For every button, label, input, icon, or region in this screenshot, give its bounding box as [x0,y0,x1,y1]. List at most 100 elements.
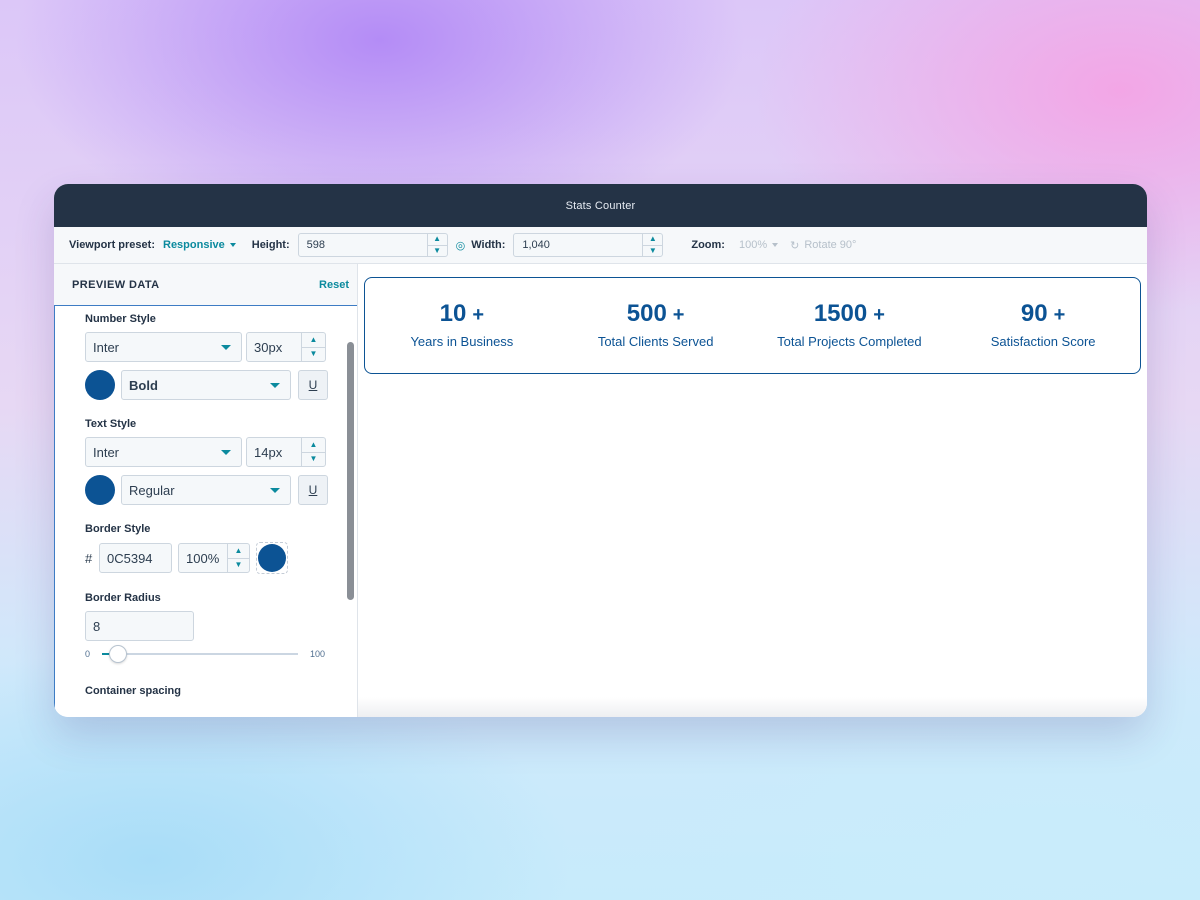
height-label: Height: [251,239,290,251]
preview-canvas: 10 + Years in Business 500 + Total Clients… [358,264,1147,717]
height-value[interactable]: 598 [299,234,427,256]
number-style-label: Number Style [85,313,156,325]
border-opacity-stepper: ▲ ▼ [227,544,249,572]
caret-down-icon [221,449,231,455]
sidebar: PREVIEW DATA Reset Number Style Inter 30… [54,264,358,717]
rotate-label: Rotate 90° [804,239,857,251]
border-radius-input[interactable]: 8 [85,611,194,641]
stat-item: 90 + Satisfaction Score [946,302,1140,350]
text-underline-button[interactable]: U [298,475,328,505]
number-weight-value: Bold [129,377,158,393]
link-dimensions-icon[interactable]: ◎ [456,239,466,252]
width-label: Width: [471,239,506,251]
hash-symbol: # [85,550,93,566]
text-weight-value: Regular [129,482,175,498]
number-underline-button[interactable]: U [298,370,328,400]
chevron-down-icon[interactable]: ▼ [228,557,249,573]
stat-plus: + [873,304,885,326]
text-size-input[interactable]: 14px ▲ ▼ [246,437,326,467]
reset-button[interactable]: Reset [319,279,349,291]
stat-text: Total Projects Completed [777,334,922,349]
number-color-swatch[interactable] [85,370,115,400]
slider-min-label: 0 [85,649,91,659]
chevron-down-icon[interactable]: ▼ [643,244,663,257]
number-size-value[interactable]: 30px [247,333,301,361]
preview-bottom-shade [358,697,1147,717]
text-size-stepper: ▲ ▼ [301,438,325,466]
zoom-dropdown[interactable]: 100% [738,239,779,251]
number-size-stepper: ▲ ▼ [301,333,325,361]
sidebar-scrollbar[interactable] [345,306,355,717]
stat-number: 500 + [627,302,685,326]
border-hex-input[interactable]: 0C5394 [99,543,172,573]
scrollbar-thumb[interactable] [347,342,354,600]
text-weight-select[interactable]: Regular [121,475,291,505]
chevron-down-icon[interactable]: ▼ [302,451,325,467]
stat-number-value: 90 [1020,300,1048,327]
stat-plus: + [472,304,485,326]
window-title: Stats Counter [565,199,636,212]
caret-down-icon [221,344,231,350]
caret-down-icon [229,243,236,247]
viewport-preset-value: Responsive [163,239,225,251]
zoom-label: Zoom: [691,239,725,251]
border-color-swatch [258,544,286,572]
viewport-preset-dropdown[interactable]: Responsive [163,239,236,251]
container-spacing-label: Container spacing [85,685,181,697]
slider-thumb[interactable] [108,645,127,663]
chevron-up-icon[interactable]: ▲ [643,234,662,245]
text-font-select[interactable]: Inter [85,437,242,467]
border-opacity-value[interactable]: 100% [179,544,227,572]
width-stepper: ▲ ▼ [642,234,663,257]
width-value[interactable]: 1,040 [514,234,642,256]
border-radius-value[interactable]: 8 [93,619,100,634]
height-input[interactable]: 598 ▲ ▼ [297,233,448,257]
chevron-up-icon[interactable]: ▲ [302,333,325,347]
number-weight-select[interactable]: Bold [121,370,291,400]
height-stepper: ▲ ▼ [426,234,447,257]
border-radius-label: Border Radius [85,592,161,604]
stat-text: Satisfaction Score [990,334,1096,349]
text-font-value: Inter [93,444,120,460]
chevron-up-icon[interactable]: ▲ [302,438,325,452]
number-font-select[interactable]: Inter [85,332,242,362]
window-titlebar: Stats Counter [54,184,1147,227]
stat-number-value: 1500 [813,300,868,327]
text-color-swatch[interactable] [85,475,115,505]
chevron-down-icon[interactable]: ▼ [302,346,325,362]
caret-down-icon [270,487,280,493]
text-style-label: Text Style [85,418,137,430]
toolbar: Viewport preset: Responsive Height: 598 … [54,227,1147,264]
slider-max-label: 100 [310,649,326,659]
viewport-preset-label: Viewport preset: [69,239,155,251]
text-size-value[interactable]: 14px [247,438,301,466]
border-opacity-input[interactable]: 100% ▲ ▼ [178,543,250,573]
border-hex-value[interactable]: 0C5394 [107,551,153,566]
sidebar-header: PREVIEW DATA Reset [54,264,357,306]
stat-number: 1500 + [814,302,885,326]
stat-item: 1500 + Total Projects Completed [753,302,947,350]
width-input[interactable]: 1,040 ▲ ▼ [513,233,664,257]
number-size-input[interactable]: 30px ▲ ▼ [246,332,326,362]
workspace: PREVIEW DATA Reset Number Style Inter 30… [54,264,1147,717]
stats-counter-container: 10 + Years in Business 500 + Total Clients… [364,277,1141,374]
border-radius-slider[interactable] [102,645,299,663]
chevron-up-icon[interactable]: ▲ [228,544,249,558]
border-radius-slider-row: 0 100 [85,645,344,663]
stat-text: Years in Business [410,334,514,349]
stat-item: 500 + Total Clients Served [559,302,753,350]
stat-plus: + [1053,304,1066,326]
sidebar-body: Number Style Inter 30px ▲ ▼ Bold U Text … [54,306,344,717]
chevron-down-icon[interactable]: ▼ [427,244,447,257]
rotate-button[interactable]: ↻ Rotate 90° [790,239,856,252]
chevron-up-icon[interactable]: ▲ [428,234,447,245]
sidebar-title: PREVIEW DATA [72,278,160,291]
stat-number-value: 500 [626,300,667,327]
border-color-picker[interactable] [256,542,288,574]
stat-number: 10 + [440,302,484,326]
zoom-value: 100% [738,239,768,251]
stat-number: 90 + [1021,302,1065,326]
stat-number-value: 10 [439,300,467,327]
rotate-icon: ↻ [790,239,800,252]
stat-plus: + [672,304,685,326]
